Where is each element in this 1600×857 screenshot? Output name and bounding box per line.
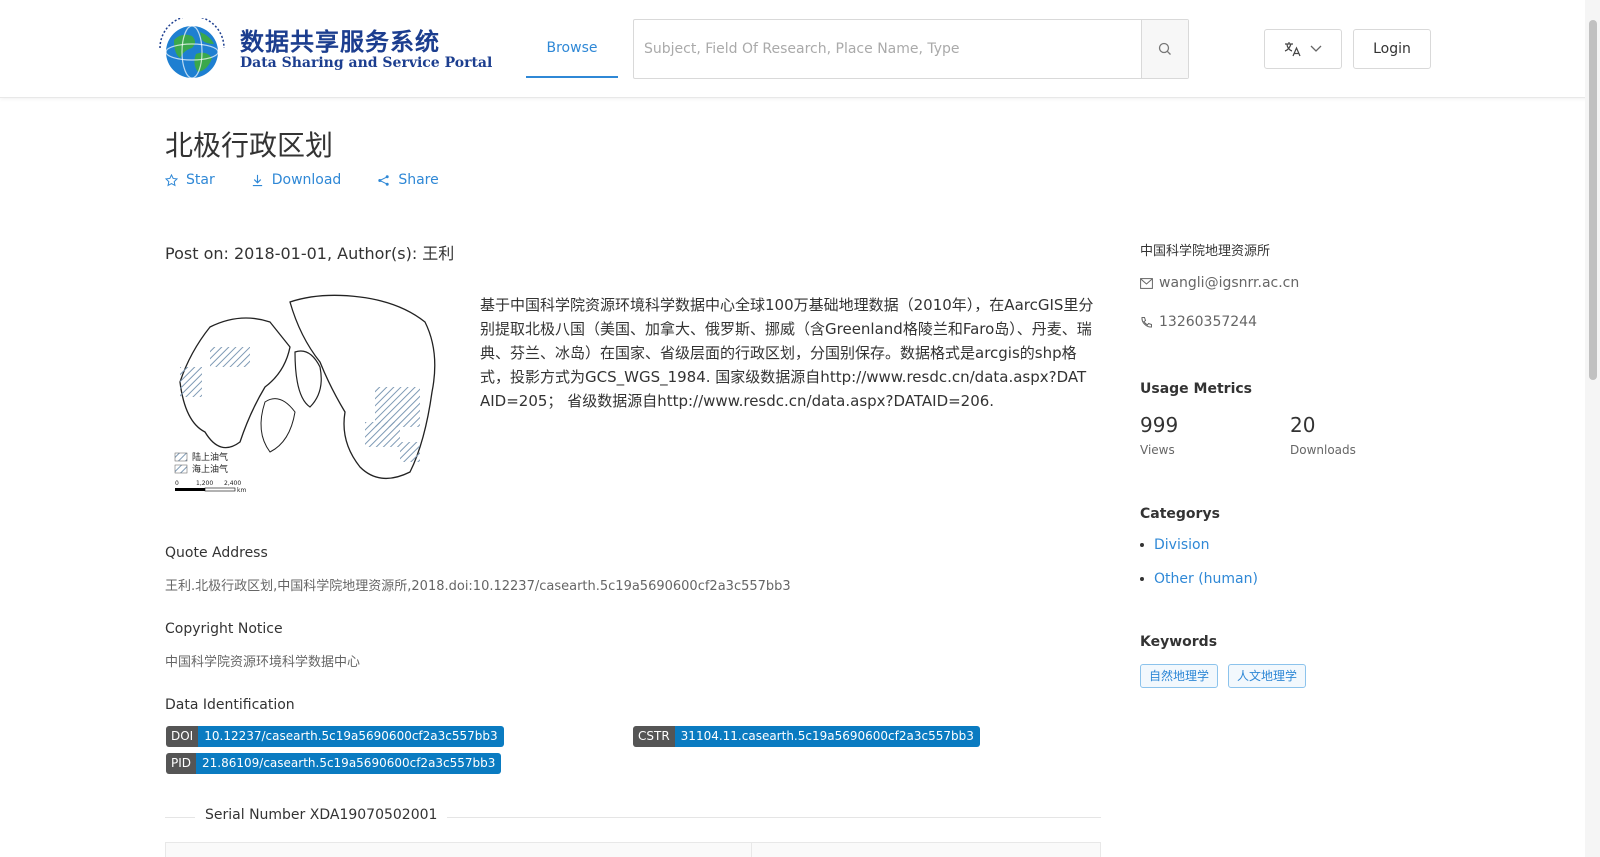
category-other-human[interactable]: Other (human) [1140, 571, 1258, 587]
search-icon [1158, 42, 1171, 55]
star-label: Star [186, 172, 215, 188]
phone-icon [1141, 316, 1152, 328]
category-label: Division [1154, 537, 1210, 553]
mail-icon [1140, 277, 1153, 289]
cstr-key: CSTR [633, 726, 675, 747]
dataset-thumbnail-map: 陆上油气 海上油气 0 1,200 2,400 km [174, 294, 436, 494]
usage-metrics-heading: Usage Metrics [1140, 381, 1252, 397]
pid-key: PID [166, 753, 197, 774]
contact-email[interactable]: wangli@igsnrr.ac.cn [1140, 275, 1299, 291]
organization-name: 中国科学院地理资源所 [1140, 244, 1271, 259]
cstr-value: 31104.11.casearth.5c19a5690600cf2a3c557b… [674, 726, 980, 747]
logo-title-en: Data Sharing and Service Portal [240, 55, 493, 71]
site-header: 数据共享服务系统 Data Sharing and Service Portal… [0, 0, 1600, 98]
downloads-count: 20 [1290, 413, 1316, 437]
dataset-actions: Star Download Share [165, 172, 439, 188]
keywords-heading: Keywords [1140, 634, 1218, 650]
scrollbar-thumb[interactable] [1589, 20, 1597, 380]
contact-phone-text: 13260357244 [1159, 314, 1257, 330]
contact-email-text: wangli@igsnrr.ac.cn [1159, 275, 1300, 291]
category-division[interactable]: Division [1140, 537, 1209, 553]
nav-browse-tab[interactable]: Browse [526, 18, 618, 78]
post-info: Post on: 2018-01-01, Author(s): 王利 [165, 244, 455, 263]
views-label: Views [1140, 443, 1175, 457]
download-icon [252, 174, 262, 186]
logo-title-cn: 数据共享服务系统 [240, 27, 440, 56]
doi-badge[interactable]: DOI 10.12237/casearth.5c19a5690600cf2a3c… [166, 726, 504, 747]
download-button[interactable]: Download [251, 172, 342, 188]
translate-icon [1284, 42, 1301, 57]
star-button[interactable]: Star [165, 172, 215, 188]
panel-divider [751, 843, 752, 857]
downloads-label: Downloads [1290, 443, 1356, 457]
map-legend-offshore: 海上油气 [192, 463, 228, 475]
doi-value: 10.12237/casearth.5c19a5690600cf2a3c557b… [198, 726, 504, 747]
site-logo[interactable]: 数据共享服务系统 Data Sharing and Service Portal [152, 18, 492, 82]
copyright-notice-value: 中国科学院资源环境科学数据中心 [165, 655, 361, 670]
share-button[interactable]: Share [377, 172, 439, 188]
share-icon [378, 174, 390, 186]
search-button[interactable] [1141, 20, 1188, 78]
quote-address-value: 王利.北极行政区划,中国科学院地理资源所,2018.doi:10.12237/c… [165, 579, 791, 594]
map-scale-0: 0 [175, 480, 179, 487]
serial-number: Serial Number XDA19070502001 [195, 807, 448, 823]
dataset-description: 基于中国科学院资源环境科学数据中心全球100万基础地理数据（2010年），在Aa… [480, 296, 1094, 410]
map-scale-1200: 1,200 [196, 480, 213, 487]
data-identification-label: Data Identification [165, 697, 295, 713]
map-legend-onshore: 陆上油气 [192, 451, 228, 463]
star-icon [165, 173, 178, 186]
search-box [633, 19, 1189, 79]
doi-key: DOI [166, 726, 199, 747]
category-label: Other (human) [1154, 571, 1258, 587]
serial-detail-panel [165, 842, 1101, 857]
views-count: 999 [1140, 413, 1179, 437]
bullet-icon [1140, 543, 1144, 547]
categories-heading: Categorys [1140, 506, 1220, 522]
page-scrollbar[interactable] [1585, 0, 1600, 857]
keyword-tag[interactable]: 人文地理学 [1228, 664, 1307, 688]
pid-value: 21.86109/casearth.5c19a5690600cf2a3c557b… [196, 753, 502, 774]
globe-logo-icon [159, 18, 225, 79]
share-label: Share [398, 172, 439, 188]
map-scale-unit: km [237, 487, 246, 494]
contact-phone: 13260357244 [1140, 314, 1257, 330]
cstr-badge[interactable]: CSTR 31104.11.casearth.5c19a5690600cf2a3… [633, 726, 980, 747]
quote-address-label: Quote Address [165, 545, 268, 561]
search-input[interactable] [634, 20, 1141, 78]
login-button[interactable]: Login [1353, 29, 1431, 69]
keyword-tag[interactable]: 自然地理学 [1140, 664, 1219, 688]
copyright-notice-label: Copyright Notice [165, 621, 283, 637]
page-title: 北极行政区划 [165, 129, 334, 162]
chevron-down-icon [1310, 45, 1322, 52]
map-scale-2400: 2,400 [224, 480, 241, 487]
download-label: Download [271, 172, 342, 188]
pid-badge[interactable]: PID 21.86109/casearth.5c19a5690600cf2a3c… [166, 753, 502, 774]
language-switcher[interactable] [1264, 29, 1342, 69]
bullet-icon [1140, 577, 1144, 581]
